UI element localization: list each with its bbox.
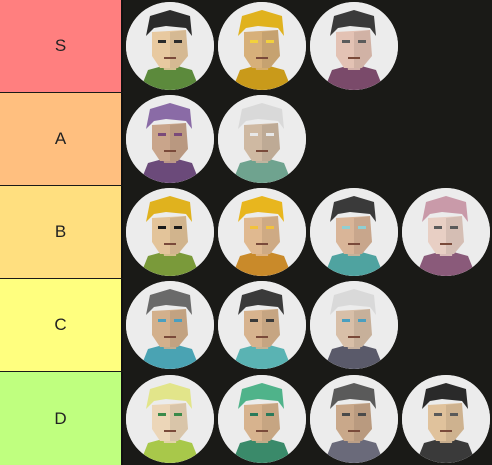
dark-haired-man-green-shirt-avatar[interactable] [126,2,214,90]
tier-label-b[interactable]: B [0,186,123,278]
tier-row-b: B [0,186,492,278]
tier-items [123,186,492,278]
nurse-cap-woman-avatar[interactable] [310,188,398,276]
tier-list: SABCD [0,0,492,465]
tier-row-c: C [0,279,492,371]
tier-label-d[interactable]: D [0,372,123,465]
grey-hair-man-avatar[interactable] [310,374,398,463]
green-flower-hair-woman-avatar[interactable] [126,374,214,463]
black-hat-woman-avatar[interactable] [402,374,490,463]
spiky-blond-hair-kid-avatar[interactable] [218,188,306,276]
tier-label-c[interactable]: C [0,279,123,371]
green-hair-smiling-woman-avatar[interactable] [218,374,306,463]
tier-items [123,372,492,465]
tier-items [123,279,492,371]
tier-row-s: S [0,0,492,92]
tier-items [123,93,492,185]
tier-label-a[interactable]: A [0,93,123,185]
tier-row-a: A [0,93,492,185]
dark-hair-smiling-man-avatar[interactable] [218,281,306,369]
yellow-hat-goggles-avatar[interactable] [218,2,306,90]
grey-hair-blue-glasses-man-avatar[interactable] [126,281,214,369]
purple-hair-mustache-man-avatar[interactable] [126,95,214,183]
tier-label-s[interactable]: S [0,0,123,92]
tier-items [123,0,492,92]
pink-hair-glasses-woman-avatar[interactable] [402,188,490,276]
white-hair-blue-glasses-elder-avatar[interactable] [310,281,398,369]
dark-hair-glasses-woman-avatar[interactable] [310,2,398,90]
white-haired-bearded-elder-avatar[interactable] [218,95,306,183]
tier-row-d: D [0,372,492,465]
blond-sunglasses-man-avatar[interactable] [126,188,214,276]
